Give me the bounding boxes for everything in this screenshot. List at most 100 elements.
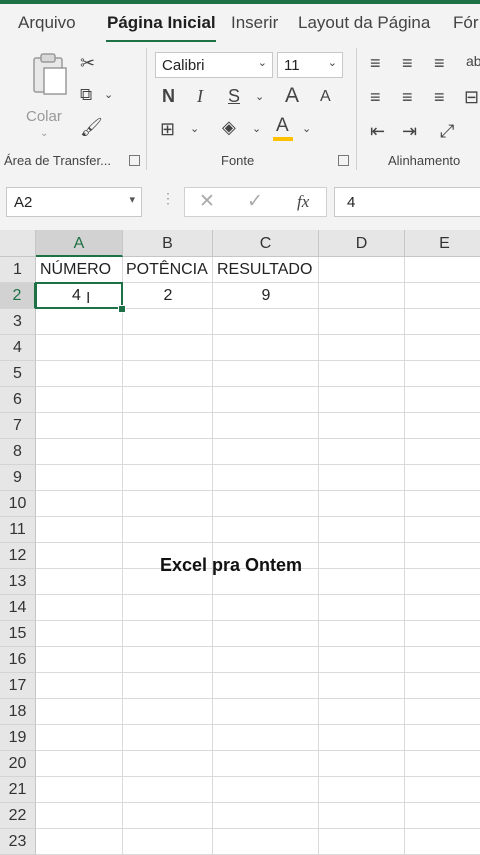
chevron-down-icon[interactable]: ⌄ bbox=[302, 124, 311, 135]
column-header-d[interactable]: D bbox=[319, 230, 405, 257]
align-middle-icon[interactable]: ≡ bbox=[402, 54, 413, 72]
row-gridline bbox=[36, 646, 480, 647]
cut-icon[interactable]: ✂ bbox=[80, 54, 95, 72]
column-header-a[interactable]: A bbox=[36, 230, 123, 257]
row-header-15[interactable]: 15 bbox=[0, 621, 36, 647]
row-header-10[interactable]: 10 bbox=[0, 491, 36, 517]
row-header-17[interactable]: 17 bbox=[0, 673, 36, 699]
row-header-11[interactable]: 11 bbox=[0, 517, 36, 543]
row-header-18[interactable]: 18 bbox=[0, 699, 36, 725]
align-right-icon[interactable]: ≡ bbox=[434, 88, 445, 106]
row-header-3[interactable]: 3 bbox=[0, 309, 36, 335]
row-header-2[interactable]: 2 bbox=[0, 283, 36, 309]
tab-inserir[interactable]: Inserir bbox=[231, 13, 278, 33]
row-gridline bbox=[36, 464, 480, 465]
font-launcher-icon[interactable] bbox=[338, 155, 349, 166]
fill-color-icon[interactable]: ◈ bbox=[222, 118, 236, 136]
cancel-icon[interactable]: ✕ bbox=[199, 190, 215, 213]
row-gridline bbox=[36, 594, 480, 595]
font-color-bar bbox=[273, 137, 293, 141]
row-gridline bbox=[36, 620, 480, 621]
row-header-19[interactable]: 19 bbox=[0, 725, 36, 751]
cell-b1[interactable]: POTÊNCIA bbox=[126, 257, 208, 283]
borders-icon[interactable]: ⊞ bbox=[160, 120, 175, 138]
insert-function-button[interactable]: fx bbox=[297, 192, 309, 212]
chevron-down-icon[interactable]: ⌄ bbox=[252, 124, 261, 135]
font-size-value: 11 bbox=[284, 57, 300, 74]
increase-indent-icon[interactable]: ⇥ bbox=[402, 122, 417, 140]
formula-controls: ✕ ✓ fx bbox=[184, 187, 327, 217]
wrap-text-icon[interactable]: ab bbox=[466, 54, 480, 68]
row-header-4[interactable]: 4 bbox=[0, 335, 36, 361]
italic-button[interactable]: I bbox=[197, 87, 203, 105]
font-name-value: Calibri bbox=[162, 57, 205, 74]
row-gridline bbox=[36, 698, 480, 699]
name-box-value: A2 bbox=[14, 194, 33, 211]
align-left-icon[interactable]: ≡ bbox=[370, 88, 381, 106]
format-painter-icon[interactable]: 🖌 bbox=[80, 118, 103, 136]
more-dots-icon: ⋮ bbox=[161, 190, 175, 206]
row-header-7[interactable]: 7 bbox=[0, 413, 36, 439]
grow-font-button[interactable]: A bbox=[285, 85, 299, 106]
row-header-22[interactable]: 22 bbox=[0, 803, 36, 829]
chevron-down-icon[interactable]: ⌄ bbox=[190, 124, 199, 135]
row-gridline bbox=[36, 412, 480, 413]
row-header-9[interactable]: 9 bbox=[0, 465, 36, 491]
row-header-5[interactable]: 5 bbox=[0, 361, 36, 387]
align-bottom-icon[interactable]: ≡ bbox=[434, 54, 445, 72]
chevron-down-icon[interactable]: ⌄ bbox=[104, 90, 113, 101]
chevron-down-icon: ⌄ bbox=[327, 57, 337, 69]
underline-button[interactable]: S bbox=[228, 87, 240, 105]
column-header-e[interactable]: E bbox=[405, 230, 480, 257]
bold-button[interactable]: N bbox=[162, 87, 175, 105]
paste-button[interactable]: Colar ⌄ bbox=[26, 52, 70, 139]
row-header-1[interactable]: 1 bbox=[0, 257, 36, 283]
column-header-b[interactable]: B bbox=[123, 230, 213, 257]
ribbon: Colar ⌄ ✂ ⧉ ⌄ 🖌 Área de Transfer... Cali… bbox=[0, 42, 480, 177]
tab-formulas[interactable]: Fór bbox=[453, 13, 479, 33]
orientation-icon[interactable]: ⤢ bbox=[440, 122, 454, 140]
tab-arquivo[interactable]: Arquivo bbox=[18, 13, 76, 33]
fill-handle[interactable] bbox=[118, 305, 126, 313]
row-header-12[interactable]: 12 bbox=[0, 543, 36, 569]
row-header-6[interactable]: 6 bbox=[0, 387, 36, 413]
chevron-down-icon[interactable]: ⌄ bbox=[255, 92, 264, 103]
row-gridline bbox=[36, 334, 480, 335]
alignment-group-label: Alinhamento bbox=[388, 153, 461, 168]
formula-input[interactable]: 4 bbox=[334, 187, 480, 217]
align-center-icon[interactable]: ≡ bbox=[402, 88, 413, 106]
tab-pagina-inicial[interactable]: Página Inicial bbox=[107, 13, 216, 33]
cell-c2[interactable]: 9 bbox=[213, 283, 319, 309]
font-size-combo[interactable]: 11 ⌄ bbox=[277, 52, 343, 78]
row-gridline bbox=[36, 386, 480, 387]
merge-center-icon[interactable]: ⊟ bbox=[464, 88, 479, 106]
column-header-c[interactable]: C bbox=[213, 230, 319, 257]
font-color-button[interactable]: A bbox=[276, 116, 289, 135]
row-gridline bbox=[36, 490, 480, 491]
row-header-20[interactable]: 20 bbox=[0, 751, 36, 777]
row-header-23[interactable]: 23 bbox=[0, 829, 36, 855]
name-box[interactable]: A2 ▾ bbox=[6, 187, 142, 217]
font-name-combo[interactable]: Calibri ⌄ bbox=[155, 52, 273, 78]
row-header-14[interactable]: 14 bbox=[0, 595, 36, 621]
copy-icon[interactable]: ⧉ bbox=[80, 86, 92, 103]
row-header-21[interactable]: 21 bbox=[0, 777, 36, 803]
cell-b2[interactable]: 2 bbox=[123, 283, 213, 309]
shrink-font-button[interactable]: A bbox=[320, 89, 331, 105]
enter-icon[interactable]: ✓ bbox=[247, 190, 263, 213]
row-header-13[interactable]: 13 bbox=[0, 569, 36, 595]
row-header-8[interactable]: 8 bbox=[0, 439, 36, 465]
spreadsheet-grid: A B C D E 1 2 3 4 5 6 7 8 9 10 11 12 13 14 15 16 17 18 19 2… bbox=[0, 230, 480, 855]
clipboard-launcher-icon[interactable] bbox=[129, 155, 140, 166]
font-group-label: Fonte bbox=[221, 153, 255, 168]
tab-layout-da-pagina[interactable]: Layout da Página bbox=[298, 13, 430, 33]
select-all-corner[interactable] bbox=[0, 230, 36, 257]
cell-c1[interactable]: RESULTADO bbox=[217, 257, 312, 283]
cell-a1[interactable]: NÚMERO bbox=[40, 257, 111, 283]
align-top-icon[interactable]: ≡ bbox=[370, 54, 381, 72]
decrease-indent-icon[interactable]: ⇤ bbox=[370, 122, 385, 140]
column-gridline bbox=[122, 257, 123, 854]
paste-label: Colar bbox=[26, 108, 62, 125]
group-divider bbox=[356, 48, 357, 170]
row-header-16[interactable]: 16 bbox=[0, 647, 36, 673]
